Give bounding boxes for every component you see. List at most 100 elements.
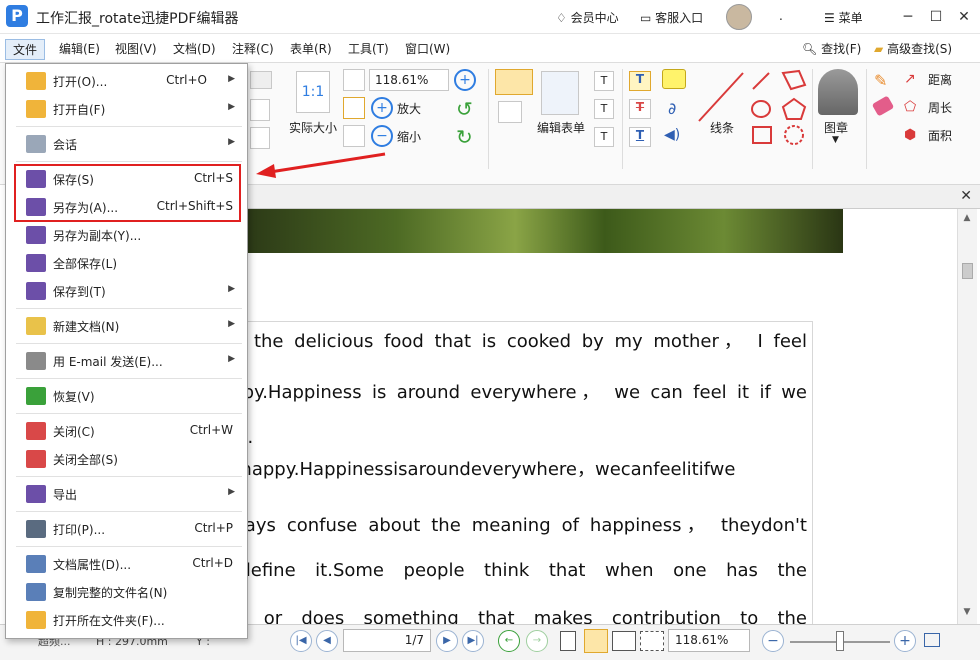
distance-icon[interactable]: ↗ xyxy=(904,71,916,87)
menu-open-folder[interactable]: 打开所在文件夹(F)... xyxy=(6,606,247,634)
status-zoom-out-icon[interactable]: − xyxy=(762,630,784,652)
zoom-in-label[interactable]: 放大 xyxy=(397,100,421,117)
edit-form-label[interactable]: 编辑表单 xyxy=(537,119,585,136)
line-tool-label[interactable]: 线条 xyxy=(710,119,734,136)
menu-form[interactable]: 表单(R) xyxy=(288,39,334,60)
back-icon[interactable]: ← xyxy=(498,630,520,652)
avatar[interactable] xyxy=(726,4,752,30)
toolbar-separator xyxy=(488,69,489,169)
menu-edit[interactable]: 编辑(E) xyxy=(57,39,102,60)
fullscreen-icon[interactable] xyxy=(924,633,940,647)
distance-label[interactable]: 距离 xyxy=(928,71,952,88)
main-menu-button[interactable]: ☰ 菜单 xyxy=(824,9,863,26)
menu-print[interactable]: 打印(P)... Ctrl+P xyxy=(6,515,247,543)
menu-revert-label: 恢复(V) xyxy=(53,390,95,404)
menu-close-all[interactable]: 关闭全部(S) xyxy=(6,445,247,473)
typewriter-icon[interactable]: T xyxy=(629,71,651,91)
scroll-down-icon[interactable]: ▼ xyxy=(961,607,973,619)
text-field-icon[interactable]: T xyxy=(594,71,614,91)
menu-session[interactable]: 会话 ▶ xyxy=(6,130,247,158)
menu-export[interactable]: 导出 ▶ xyxy=(6,480,247,508)
menu-document[interactable]: 文档(D) xyxy=(171,39,218,60)
menu-new-document[interactable]: 新建文档(N) ▶ xyxy=(6,312,247,340)
menu-separator xyxy=(16,378,242,379)
facing-page-icon[interactable] xyxy=(612,631,636,651)
find-button[interactable]: 🔍︎ 查找(F) xyxy=(800,39,863,60)
status-zoom-in-icon[interactable]: + xyxy=(894,630,916,652)
field-icon[interactable] xyxy=(498,101,522,123)
form-tool-icon[interactable] xyxy=(495,69,533,95)
callout-icon[interactable]: T xyxy=(594,127,614,147)
menu-open[interactable]: 打开(O)... Ctrl+O ▶ xyxy=(6,67,247,95)
rotate-right-icon[interactable]: ↻ xyxy=(456,125,473,149)
first-page-icon[interactable]: |◀ xyxy=(290,630,312,652)
strikeout-icon[interactable]: T xyxy=(629,99,651,119)
fit-width-icon[interactable] xyxy=(343,97,365,119)
menu-save-all[interactable]: 全部保存(L) xyxy=(6,249,247,277)
vertical-scrollbar[interactable]: ▲ ▼ xyxy=(957,209,977,624)
attachment-icon[interactable]: ∂ xyxy=(668,99,676,118)
menu-close[interactable]: 关闭(C) Ctrl+W xyxy=(6,417,247,445)
zoom-select[interactable]: 118.61% xyxy=(369,69,449,91)
maximize-button[interactable]: ☐ xyxy=(926,7,946,27)
menu-tools[interactable]: 工具(T) xyxy=(346,39,391,60)
forward-icon[interactable]: → xyxy=(526,630,548,652)
document-view[interactable]: n leat the delicious food that is cooked… xyxy=(247,209,955,624)
eraser-icon[interactable] xyxy=(871,95,895,117)
minimize-button[interactable]: ─ xyxy=(898,7,918,27)
underline-icon[interactable]: T xyxy=(629,127,651,147)
scroll-up-icon[interactable]: ▲ xyxy=(961,213,973,225)
next-page-icon[interactable]: ▶ xyxy=(436,630,458,652)
text-box-icon[interactable]: T xyxy=(594,99,614,119)
zoom-in-circle-icon[interactable]: + xyxy=(454,69,476,91)
close-document-icon[interactable]: ✕ xyxy=(960,188,972,204)
continuous-page-icon[interactable] xyxy=(584,629,608,653)
rotate-left-icon[interactable]: ↺ xyxy=(456,97,473,121)
menu-open-from[interactable]: 打开自(F) ▶ xyxy=(6,95,247,123)
doc-text-line: ht. xyxy=(247,427,254,448)
status-zoom-select[interactable]: 118.61% xyxy=(668,629,750,652)
menu-email[interactable]: 用 E-mail 发送(E)... ▶ xyxy=(6,347,247,375)
close-window-button[interactable]: ✕ xyxy=(954,7,974,27)
menu-comment[interactable]: 注释(C) xyxy=(230,39,276,60)
edit-form-icon[interactable] xyxy=(541,71,579,115)
zoom-in-icon[interactable]: + xyxy=(371,97,393,119)
perimeter-label[interactable]: 周长 xyxy=(928,99,952,116)
line-tool-icon[interactable] xyxy=(697,69,745,125)
actual-size-icon[interactable]: 1:1 xyxy=(296,71,330,113)
menu-view[interactable]: 视图(V) xyxy=(113,39,159,60)
menu-save-copy[interactable]: 另存为副本(Y)... xyxy=(6,221,247,249)
copy-filename-icon xyxy=(26,583,46,601)
stamp-icon[interactable] xyxy=(818,69,858,115)
prev-page-icon[interactable]: ◀ xyxy=(316,630,338,652)
area-label[interactable]: 面积 xyxy=(928,127,952,144)
menu-revert[interactable]: 恢复(V) xyxy=(6,382,247,410)
last-page-icon[interactable]: ▶| xyxy=(462,630,484,652)
member-center-link[interactable]: ♢ 会员中心 xyxy=(556,9,619,26)
perimeter-icon[interactable]: ⬠ xyxy=(904,99,916,115)
fit-page-icon[interactable] xyxy=(343,69,365,91)
menu-file[interactable]: 文件 xyxy=(5,39,45,60)
session-icon xyxy=(26,135,46,153)
stamp-label[interactable]: 图章 xyxy=(824,119,848,136)
clipboard-icon[interactable] xyxy=(250,99,270,121)
scroll-thumb[interactable] xyxy=(962,263,973,279)
menu-save-to[interactable]: 保存到(T) ▶ xyxy=(6,277,247,305)
continuous-facing-icon[interactable] xyxy=(640,631,664,651)
zoom-out-label[interactable]: 缩小 xyxy=(397,128,421,145)
customer-service-link[interactable]: ▭ 客服入口 xyxy=(640,9,703,26)
single-page-icon[interactable] xyxy=(560,631,576,651)
camera-icon[interactable] xyxy=(250,71,272,89)
menu-properties[interactable]: 文档属性(D)... Ctrl+D xyxy=(6,550,247,578)
sound-icon[interactable]: ◀) xyxy=(664,127,680,143)
page-input[interactable]: 1/7 xyxy=(343,629,431,652)
stamp-dropdown-chevron-icon[interactable]: ▼ xyxy=(832,135,839,145)
pencil-icon[interactable]: ✎ xyxy=(874,71,887,90)
menu-copy-filename[interactable]: 复制完整的文件名(N) xyxy=(6,578,247,606)
actual-size-label[interactable]: 实际大小 xyxy=(289,119,337,136)
menu-window[interactable]: 窗口(W) xyxy=(403,39,452,60)
zoom-slider-thumb[interactable] xyxy=(836,631,844,651)
note-icon[interactable] xyxy=(662,69,686,89)
area-icon[interactable]: ⬢ xyxy=(904,127,916,143)
advanced-find-button[interactable]: ▰ 高级查找(S) xyxy=(872,39,954,60)
